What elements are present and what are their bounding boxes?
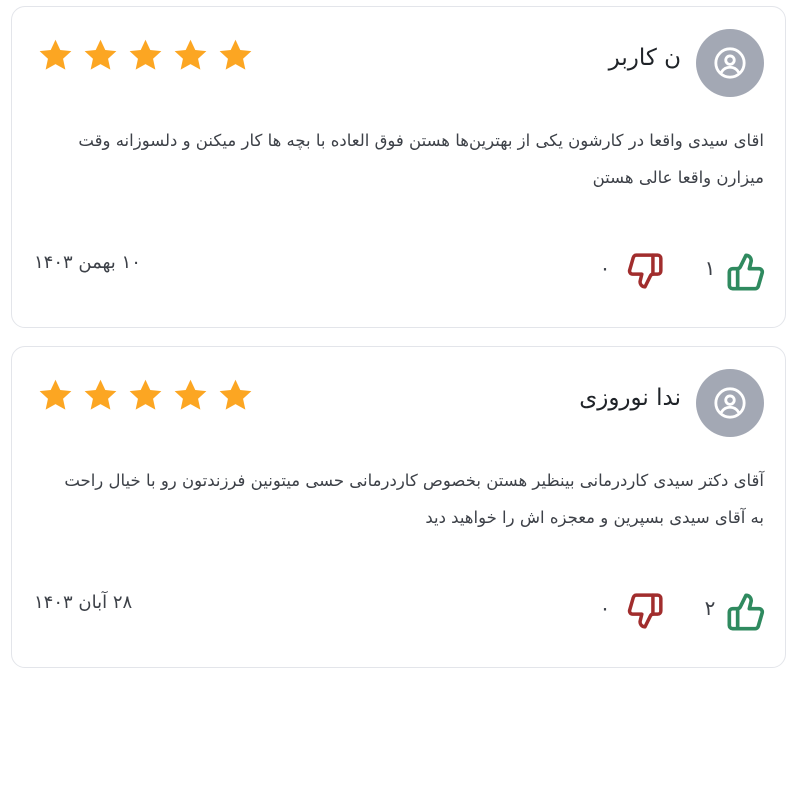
thumbs-down-icon <box>627 253 663 289</box>
user-circle-icon <box>714 387 746 419</box>
avatar <box>696 369 764 437</box>
like-count: ۱ <box>704 256 716 280</box>
dislike-button[interactable] <box>625 592 665 630</box>
star-icon <box>174 39 207 70</box>
star-icon <box>39 39 72 70</box>
star-rating <box>37 377 254 414</box>
like-count: ۲ <box>704 596 716 620</box>
review-card: ندا نوروزی آقای دکتر سیدی کاردرمانی بینظ… <box>11 346 786 668</box>
avatar <box>696 29 764 97</box>
thumbs-up-icon <box>727 593 765 631</box>
star-icon <box>174 379 207 410</box>
star-icon <box>219 379 252 410</box>
feedback-bar: ۰ ۱ <box>597 252 765 292</box>
dislike-count: ۰ <box>599 256 611 280</box>
star-icon <box>129 379 162 410</box>
star-icon <box>39 379 72 410</box>
review-date: ۱۰ بهمن ۱۴۰۳ <box>34 252 141 273</box>
review-card: ن کاربر اقای سیدی واقعا در کارشون یکی از… <box>11 6 786 328</box>
star-icon <box>129 39 162 70</box>
thumbs-down-icon <box>627 593 663 629</box>
star-icon <box>219 39 252 70</box>
review-date: ۲۸ آبان ۱۴۰۳ <box>34 592 133 613</box>
user-circle-icon <box>714 47 746 79</box>
star-icon <box>84 379 117 410</box>
star-icon <box>84 39 117 70</box>
dislike-button[interactable] <box>625 252 665 290</box>
thumbs-up-icon <box>727 253 765 291</box>
like-button[interactable] <box>725 252 767 292</box>
reviewer-name: ن کاربر <box>608 45 681 71</box>
star-rating <box>37 37 254 74</box>
reviewer-name: ندا نوروزی <box>579 385 681 411</box>
feedback-bar: ۰ ۲ <box>597 592 765 632</box>
like-button[interactable] <box>725 592 767 632</box>
review-text: آقای دکتر سیدی کاردرمانی بینظیر هستن بخص… <box>64 471 764 527</box>
review-list: ن کاربر اقای سیدی واقعا در کارشون یکی از… <box>0 0 800 800</box>
review-text: اقای سیدی واقعا در کارشون یکی از بهترین‌… <box>78 131 764 187</box>
dislike-count: ۰ <box>599 596 611 620</box>
